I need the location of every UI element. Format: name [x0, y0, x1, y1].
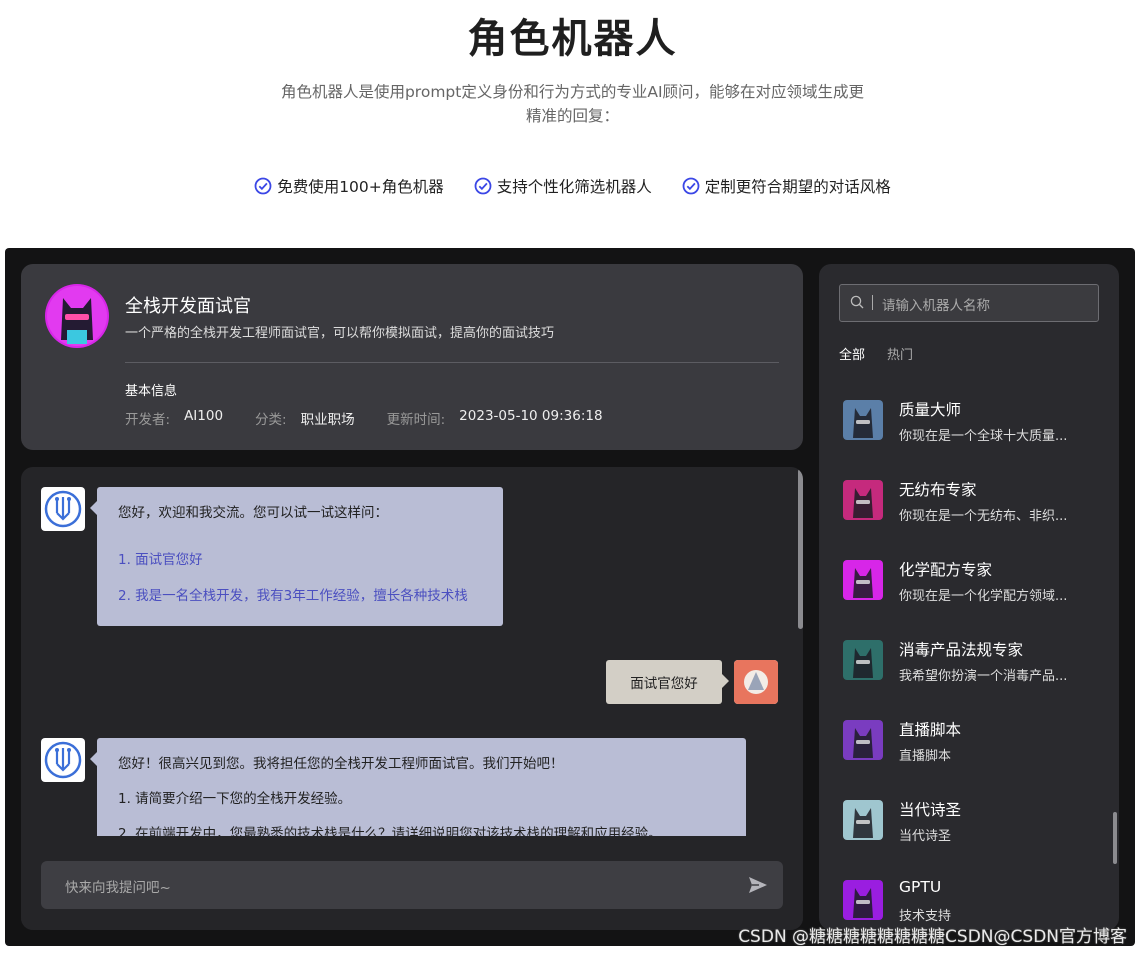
bot-message: 您好，欢迎和我交流。您可以试一试这样问： 1. 面试官您好 2. 我是一名全栈开…	[90, 487, 503, 626]
developer-value: AI100	[184, 408, 224, 424]
bot-list-name: 消毒产品法规专家	[899, 641, 1024, 659]
bot-list-name: GPTU	[899, 878, 942, 896]
sidebar-scrollbar[interactable]	[1113, 812, 1117, 864]
feature-item: 免费使用100+角色机器	[254, 175, 444, 197]
bot-meta: 开发者: AI100 分类: 职业职场 更新时间: 2023-05-10 09:…	[125, 408, 635, 428]
bot-list-name: 无纺布专家	[899, 481, 977, 499]
updated-label: 更新时间:	[386, 412, 446, 428]
bot-list-desc: 当代诗圣	[899, 829, 952, 844]
suggestion-link[interactable]: 2. 我是一名全栈开发，我有3年工作经验，擅长各种技术栈	[118, 584, 468, 604]
bot-list-desc: 直播脚本	[899, 749, 952, 764]
user-message-text: 面试官您好	[630, 676, 698, 692]
feature-label: 支持个性化筛选机器人	[496, 178, 652, 196]
rabbit-avatar-icon	[843, 480, 883, 520]
chat-input-placeholder: 快来向我提问吧~	[65, 880, 171, 896]
bot-name: 全栈开发面试官	[125, 296, 251, 317]
bot-list-item[interactable]: 当代诗圣 当代诗圣	[839, 796, 1099, 856]
category-label: 分类:	[255, 412, 287, 428]
tab-all[interactable]: 全部	[839, 344, 865, 363]
check-circle-icon	[474, 177, 492, 195]
cat-avatar-icon	[843, 560, 883, 600]
bot-list-name: 直播脚本	[899, 721, 962, 739]
text-cursor	[872, 295, 873, 310]
feature-item: 支持个性化筛选机器人	[474, 175, 652, 197]
bot-list-name: 质量大师	[899, 401, 962, 419]
bot-chip-avatar-icon	[41, 738, 85, 782]
chat-panel[interactable]: 您好，欢迎和我交流。您可以试一试这样问： 1. 面试官您好 2. 我是一名全栈开…	[21, 467, 803, 930]
search-placeholder: 请输入机器人名称	[882, 298, 990, 314]
bot-list-item[interactable]: 质量大师你现在是一个全球十大质量...	[839, 396, 1099, 456]
feature-label: 免费使用100+角色机器	[277, 178, 444, 196]
feature-item: 定制更符合期望的对话风格	[682, 175, 891, 197]
rabbit-avatar-icon	[843, 720, 883, 760]
bot-description: 一个严格的全栈开发工程师面试官，可以帮你模拟面试，提高你的面试技巧	[125, 326, 555, 341]
user-avatar-icon	[734, 660, 778, 704]
bot-list-desc: 你现在是一个化学配方领域...	[899, 589, 1068, 604]
suggestion-link[interactable]: 1. 面试官您好	[118, 548, 203, 568]
bot-greeting: 您好，欢迎和我交流。您可以试一试这样问：	[118, 505, 388, 521]
bot-list-desc: 你现在是一个无纺布、非织...	[899, 509, 1068, 524]
page-title: 角色机器人	[467, 16, 678, 62]
bot-list-item[interactable]: 消毒产品法规专家我希望你扮演一个消毒产品...	[839, 636, 1099, 696]
bot-list-desc: 我希望你扮演一个消毒产品...	[899, 669, 1068, 684]
bot-list-name: 化学配方专家	[899, 561, 993, 579]
sidebar-tabs: 全部 热门	[839, 344, 913, 363]
feature-label: 定制更符合期望的对话风格	[704, 178, 891, 196]
feature-list: 免费使用100+角色机器 支持个性化筛选机器人 定制更符合期望的对话风格	[0, 175, 1145, 197]
bot-list-item[interactable]: 化学配方专家你现在是一个化学配方领域...	[839, 556, 1099, 616]
bot-message-line: 1. 请简要介绍一下您的全栈开发经验。	[118, 791, 352, 807]
chat-input[interactable]: 快来向我提问吧~	[41, 861, 783, 909]
figure-avatar-icon	[843, 640, 883, 680]
send-icon[interactable]	[747, 874, 769, 896]
bot-search-input[interactable]: 请输入机器人名称	[839, 284, 1099, 322]
category-value: 职业职场	[300, 412, 355, 428]
bot-sidebar: 请输入机器人名称 全部 热门 质量大师 你现在是一个全球十大质量... 无纺布专家你…	[819, 264, 1119, 930]
bot-list-name: 当代诗圣	[899, 801, 962, 819]
check-circle-icon	[254, 177, 272, 195]
bot-message-line: 您好！很高兴见到您。我将担任您的全栈开发工程师面试官。我们开始吧！	[118, 756, 564, 772]
bot-info-card: 全栈开发面试官 一个严格的全栈开发工程师面试官，可以帮你模拟面试，提高你的面试技…	[21, 264, 803, 450]
check-circle-icon	[682, 177, 700, 195]
cat-avatar-icon	[45, 284, 109, 348]
developer-label: 开发者:	[125, 412, 171, 428]
divider	[125, 362, 779, 363]
updated-value: 2023-05-10 09:36:18	[459, 408, 603, 424]
watermark: CSDN @糖糖糖糖糖糖糖糖CSDN@CSDN官方博客	[738, 927, 1127, 947]
rabbit-avatar-icon	[843, 400, 883, 440]
user-message: 面试官您好	[606, 660, 729, 704]
bot-chip-avatar-icon	[41, 487, 85, 531]
person-avatar-icon	[843, 800, 883, 840]
page-description: 角色机器人是使用prompt定义身份和行为方式的专业AI顾问，能够在对应领域生成…	[280, 83, 865, 125]
search-icon	[850, 295, 864, 309]
tab-hot[interactable]: 热门	[887, 344, 913, 363]
bot-list-desc: 你现在是一个全球十大质量...	[899, 429, 1068, 444]
chat-scrollbar[interactable]	[798, 469, 803, 629]
bot-list-item[interactable]: 无纺布专家你现在是一个无纺布、非织...	[839, 476, 1099, 536]
bot-list-item[interactable]: 直播脚本 直播脚本	[839, 716, 1099, 776]
basic-info-title: 基本信息	[125, 384, 178, 399]
chat-app: 全栈开发面试官 一个严格的全栈开发工程师面试官，可以帮你模拟面试，提高你的面试技…	[5, 248, 1135, 946]
cat-avatar-icon	[843, 880, 883, 920]
